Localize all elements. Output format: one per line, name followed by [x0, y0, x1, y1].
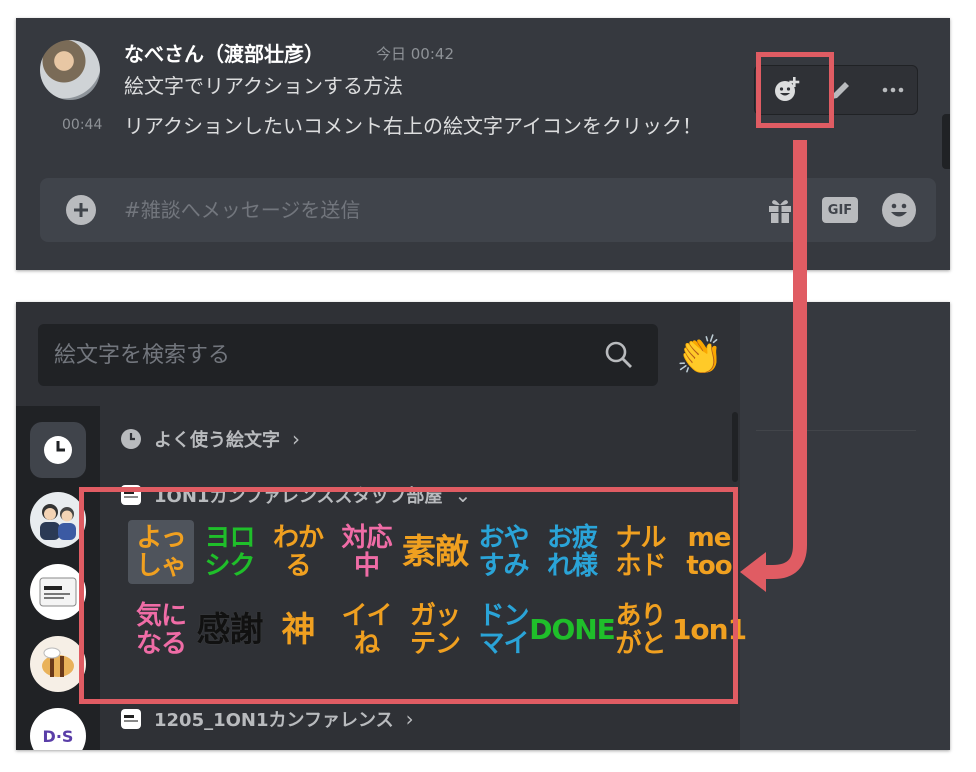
sidebar-item-server-3[interactable]: [30, 636, 86, 692]
search-icon: [605, 341, 632, 368]
emoji-list-scrollbar[interactable]: [732, 412, 738, 482]
server-logo-icon: [121, 709, 141, 729]
sidebar-item-server-2[interactable]: [30, 564, 86, 620]
gift-icon: [769, 200, 791, 223]
highlight-reaction-button: [756, 52, 834, 128]
people-icon: [40, 504, 76, 540]
category-frequent[interactable]: よく使う絵文字 ›: [120, 426, 300, 452]
message-composer: GIF: [40, 178, 936, 242]
message-input[interactable]: [124, 194, 724, 226]
message-timestamp: 今日 00:42: [376, 45, 454, 63]
scrollbar[interactable]: [942, 114, 950, 169]
clock-icon: [44, 436, 72, 464]
bee-icon: [42, 647, 74, 677]
divider: [756, 430, 916, 431]
sidebar-item-recent[interactable]: [30, 422, 86, 478]
category-label: 1205_1ON1カンファレンス: [154, 710, 394, 731]
chevron-right-icon: ›: [292, 427, 300, 451]
highlight-emoji-grid: [79, 487, 738, 704]
gif-button[interactable]: GIF: [822, 197, 858, 223]
message-username[interactable]: なべさん（渡部壮彦）: [124, 38, 324, 67]
chevron-right-icon: ›: [405, 707, 414, 731]
gift-button[interactable]: [764, 194, 796, 226]
more-icon: [882, 87, 904, 93]
attach-button[interactable]: [66, 195, 96, 225]
sidebar-item-server-4[interactable]: D·S: [30, 708, 86, 750]
category-1205[interactable]: 1205_1ON1カンファレンス ›: [120, 706, 414, 732]
sidebar-item-server-1[interactable]: [30, 492, 86, 548]
smile-icon: [891, 203, 907, 217]
message-timestamp-2: 00:44: [62, 117, 103, 133]
user-avatar[interactable]: [40, 40, 100, 100]
emoji-search-box: [38, 324, 658, 386]
clock-icon: [121, 429, 141, 449]
more-button[interactable]: [877, 74, 909, 106]
emoji-search-input[interactable]: [54, 338, 574, 372]
message-text-2: リアクションしたいコメント右上の絵文字アイコンをクリック！: [124, 114, 702, 138]
plus-icon: [74, 203, 88, 217]
clap-emoji-button[interactable]: 👏: [676, 332, 723, 378]
server-logo-icon: [39, 577, 77, 607]
message-text-1: 絵文字でリアクションする方法: [124, 74, 403, 98]
category-label: よく使う絵文字: [154, 430, 280, 451]
ds-logo-text: D·S: [42, 726, 74, 746]
emoji-button[interactable]: [882, 193, 916, 227]
